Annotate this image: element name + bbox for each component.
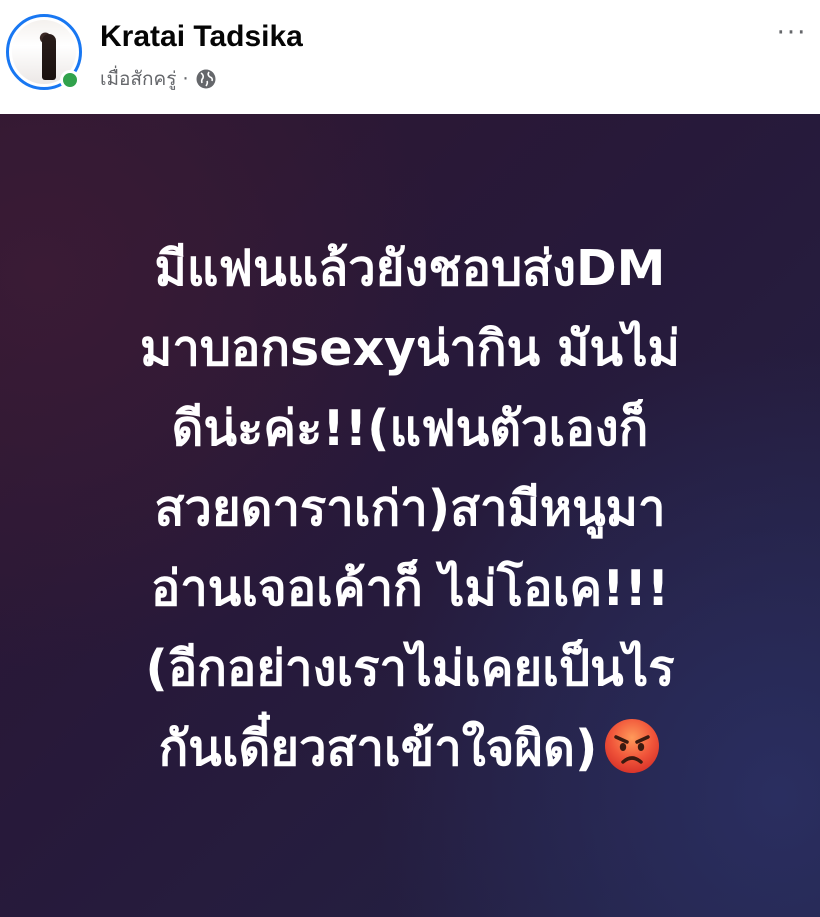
avatar-figure: [42, 34, 56, 80]
post-text-line: ดีน่ะค่ะ!!(แฟนตัวเองก็: [171, 400, 649, 457]
post-text-line: อ่านเจอเค้าก็ ไม่โอเค!!!: [150, 560, 670, 617]
meta-separator: ·: [182, 68, 189, 90]
more-horizontal-icon[interactable]: ···: [774, 20, 810, 50]
post-text-line: มีแฟนแล้วยังชอบส่งDM: [154, 240, 666, 297]
post-meta: เมื่อสักครู่ ·: [100, 64, 217, 94]
author-name[interactable]: Kratai Tadsika: [100, 20, 303, 54]
post-background: มีแฟนแล้วยังชอบส่งDM มาบอกsexyน่ากิน มัน…: [0, 114, 820, 917]
post-text-line: สวยดาราเก่า)สามีหนูมา: [154, 480, 666, 537]
post-text-line: (อีกอย่างเราไม่เคยเป็นไร: [145, 640, 675, 697]
post-text: มีแฟนแล้วยังชอบส่งDM มาบอกsexyน่ากิน มัน…: [0, 229, 820, 789]
post-text-line: มาบอกsexyน่ากิน มันไม่: [140, 320, 680, 377]
globe-icon[interactable]: [195, 68, 217, 90]
angry-face-icon: [603, 717, 661, 775]
post-header: Kratai Tadsika เมื่อสักครู่ · ···: [0, 0, 820, 114]
post-text-line: กันเดี๋ยวสาเข้าใจผิด): [158, 720, 598, 777]
facebook-post: Kratai Tadsika เมื่อสักครู่ · ··· มีแฟนแ…: [0, 0, 820, 917]
post-timestamp[interactable]: เมื่อสักครู่: [100, 64, 176, 94]
online-status-icon: [60, 70, 80, 90]
post-text-last-line: กันเดี๋ยวสาเข้าใจผิด): [0, 709, 820, 789]
